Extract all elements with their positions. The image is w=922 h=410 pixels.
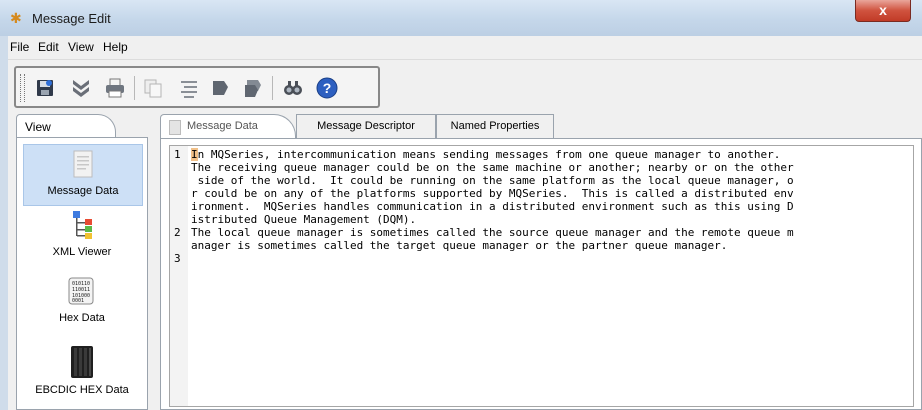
document-icon	[73, 150, 93, 178]
text-line: ironment. MQSeries handles communication…	[191, 200, 794, 213]
view-item-label: XML Viewer	[52, 246, 112, 258]
view-item-hex-data[interactable]: 010110 110011 101000 0001 Hex Data	[23, 276, 141, 336]
text-line: anager is sometimes called the target qu…	[191, 239, 728, 252]
menu-file[interactable]: File	[10, 40, 29, 54]
text-line: side of the world. It could be running o…	[191, 174, 794, 187]
title-bar[interactable]: ✱ Message Edit x	[0, 0, 922, 36]
app-icon: ✱	[10, 10, 22, 26]
tab-label: Message Data	[187, 120, 258, 132]
bookmarks-icon[interactable]	[240, 75, 266, 101]
menu-edit[interactable]: Edit	[38, 40, 59, 54]
copy-icon[interactable]	[140, 75, 166, 101]
svg-text:0001: 0001	[72, 298, 84, 304]
tab-label: Named Properties	[450, 120, 540, 132]
text-line: The receiving queue manager could be on …	[191, 161, 794, 174]
view-list: Message Data XML Viewer 010110 110011 1010…	[16, 137, 148, 410]
view-item-message-data[interactable]: Message Data	[23, 144, 143, 206]
view-item-xml-viewer[interactable]: XML Viewer	[23, 210, 141, 270]
text-line: r could be on any of the platforms suppo…	[191, 187, 794, 200]
find-icon[interactable]	[280, 75, 306, 101]
view-tab-label: View	[25, 120, 51, 134]
view-item-label: Hex Data	[59, 312, 105, 324]
save-icon[interactable]	[32, 75, 58, 101]
xml-tree-icon	[73, 211, 92, 239]
toolbar-separator	[134, 76, 135, 100]
text-line: In MQSeries, intercommunication means se…	[191, 148, 781, 161]
view-tab[interactable]: View	[16, 114, 116, 139]
view-item-label: Message Data	[47, 185, 119, 197]
toolbar: ?	[14, 66, 380, 108]
text-line: istributed Queue Management (DQM).	[191, 213, 417, 226]
window-title: Message Edit	[32, 11, 111, 26]
format-icon[interactable]	[176, 75, 202, 101]
line-number: 1	[174, 148, 181, 161]
menu-view[interactable]: View	[68, 40, 94, 54]
app-window: ✱ Message Edit x File Edit View Help ? V…	[0, 0, 922, 410]
line-number-gutter: 1 2 3	[170, 146, 188, 406]
download-icon[interactable]	[68, 75, 94, 101]
help-icon[interactable]: ?	[314, 75, 340, 101]
menu-help[interactable]: Help	[103, 40, 128, 54]
hex-icon: 0101101100111010000001	[68, 277, 94, 305]
line-number: 3	[174, 252, 181, 265]
close-button[interactable]: x	[855, 0, 911, 22]
content-panel: Message Data Message Descriptor Named Pr…	[160, 114, 922, 410]
menu-bar: File Edit View Help	[8, 36, 922, 60]
svg-text:?: ?	[323, 80, 332, 96]
tab-named-properties[interactable]: Named Properties	[436, 114, 554, 138]
toolbar-separator	[272, 76, 273, 100]
tab-message-data[interactable]: Message Data	[160, 114, 296, 138]
editor-pane: 1 2 3 In MQSeries, intercommunication me…	[160, 138, 922, 410]
tab-message-descriptor[interactable]: Message Descriptor	[296, 114, 436, 138]
line-number: 2	[174, 226, 181, 239]
text-line: The local queue manager is sometimes cal…	[191, 226, 794, 239]
view-item-ebcdic-hex-data[interactable]: EBCDIC HEX Data	[23, 344, 141, 406]
view-panel: View Message Data XML Viewer 010110 11001…	[16, 114, 148, 410]
view-item-label: EBCDIC HEX Data	[35, 384, 129, 396]
document-icon	[169, 120, 181, 135]
message-text-area[interactable]: 1 2 3 In MQSeries, intercommunication me…	[169, 145, 914, 407]
print-icon[interactable]	[102, 75, 128, 101]
toolbar-grip[interactable]	[20, 74, 25, 102]
client-area: File Edit View Help ? View Message Data …	[8, 36, 922, 410]
server-icon	[71, 346, 93, 378]
tab-label: Message Descriptor	[317, 120, 415, 132]
bookmark-icon[interactable]	[208, 75, 234, 101]
